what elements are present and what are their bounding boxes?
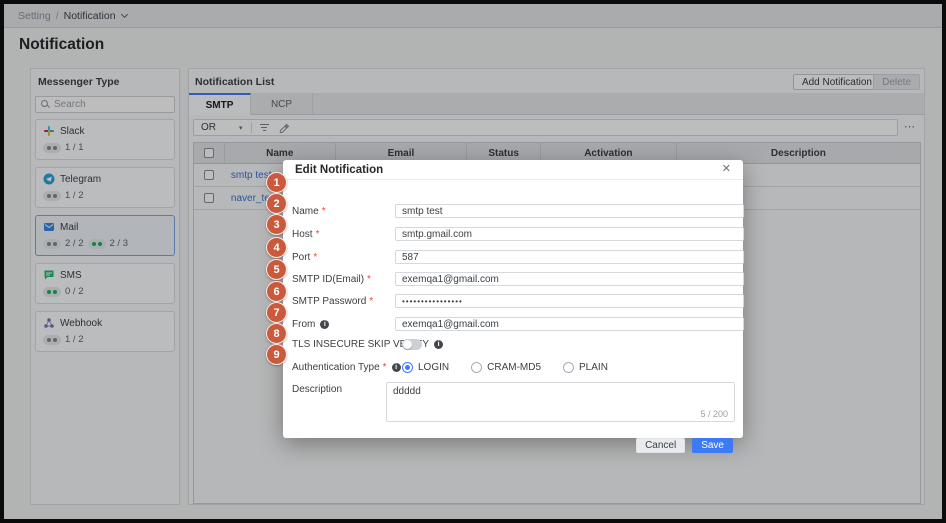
radio-button xyxy=(471,361,483,373)
cancel-button[interactable]: Cancel xyxy=(636,438,686,453)
required-marker: * xyxy=(315,228,320,240)
info-icon: i xyxy=(320,319,330,329)
required-marker: * xyxy=(369,295,374,307)
annotation-circle-4: 4 xyxy=(266,237,287,258)
required-marker: * xyxy=(313,251,318,263)
name-label: Name * xyxy=(292,205,326,217)
auth-type-label: Authentication Type * i xyxy=(292,362,401,373)
required-marker: * xyxy=(382,361,387,373)
info-icon: i xyxy=(434,339,444,349)
modal-title: Edit Notification xyxy=(295,163,384,176)
from-field[interactable] xyxy=(395,317,744,331)
smtp-id-field[interactable] xyxy=(395,272,744,286)
host-field[interactable] xyxy=(395,227,744,241)
char-counter: 5 / 200 xyxy=(700,409,728,419)
info-icon: i xyxy=(391,362,401,372)
name-field[interactable] xyxy=(395,204,744,218)
description-box: ddddd 5 / 200 xyxy=(386,382,735,422)
required-marker: * xyxy=(367,273,371,285)
auth-type-radio-group: LOGIN CRAM-MD5 PLAIN xyxy=(402,361,608,373)
required-marker: * xyxy=(321,205,326,217)
description-label: Description xyxy=(292,383,343,395)
host-label: Host * xyxy=(292,228,320,240)
radio-button xyxy=(563,361,575,373)
toggle-knob xyxy=(403,339,412,349)
modal-header: Edit Notification ✕ xyxy=(283,160,743,180)
modal-body: Name* Host* Port* SMTP ID(Email)* SMTP P… xyxy=(283,180,744,453)
from-label: From i xyxy=(292,319,330,330)
radio-login[interactable]: LOGIN xyxy=(402,361,449,373)
edit-notification-modal: Edit Notification ✕ Name* Host* Port* SM… xyxy=(283,160,744,453)
annotation-circle-5: 5 xyxy=(266,259,287,280)
description-field[interactable]: ddddd xyxy=(387,383,734,409)
radio-button-selected xyxy=(402,361,413,373)
annotation-circle-2: 2 xyxy=(266,193,287,214)
annotation-circle-3: 3 xyxy=(266,214,287,235)
smtp-password-label: SMTP Password * xyxy=(292,295,374,307)
tls-toggle[interactable] xyxy=(402,338,422,350)
annotation-circle-9: 9 xyxy=(266,344,287,365)
save-button[interactable]: Save xyxy=(692,438,733,453)
radio-cram-md5[interactable]: CRAM-MD5 xyxy=(471,361,541,373)
annotation-circle-1: 1 xyxy=(266,172,287,193)
annotation-circle-7: 7 xyxy=(266,302,287,323)
app-window: Setting / Notification Notification Mess… xyxy=(0,0,946,523)
close-icon[interactable]: ✕ xyxy=(722,164,731,175)
annotation-circle-6: 6 xyxy=(266,281,287,302)
annotation-circle-8: 8 xyxy=(266,323,287,344)
radio-plain[interactable]: PLAIN xyxy=(563,361,608,373)
smtp-password-field[interactable] xyxy=(395,294,744,308)
port-field[interactable] xyxy=(395,250,744,264)
modal-footer: Cancel Save xyxy=(636,438,733,453)
smtp-id-label: SMTP ID(Email) * xyxy=(292,273,371,285)
port-label: Port * xyxy=(292,251,318,263)
